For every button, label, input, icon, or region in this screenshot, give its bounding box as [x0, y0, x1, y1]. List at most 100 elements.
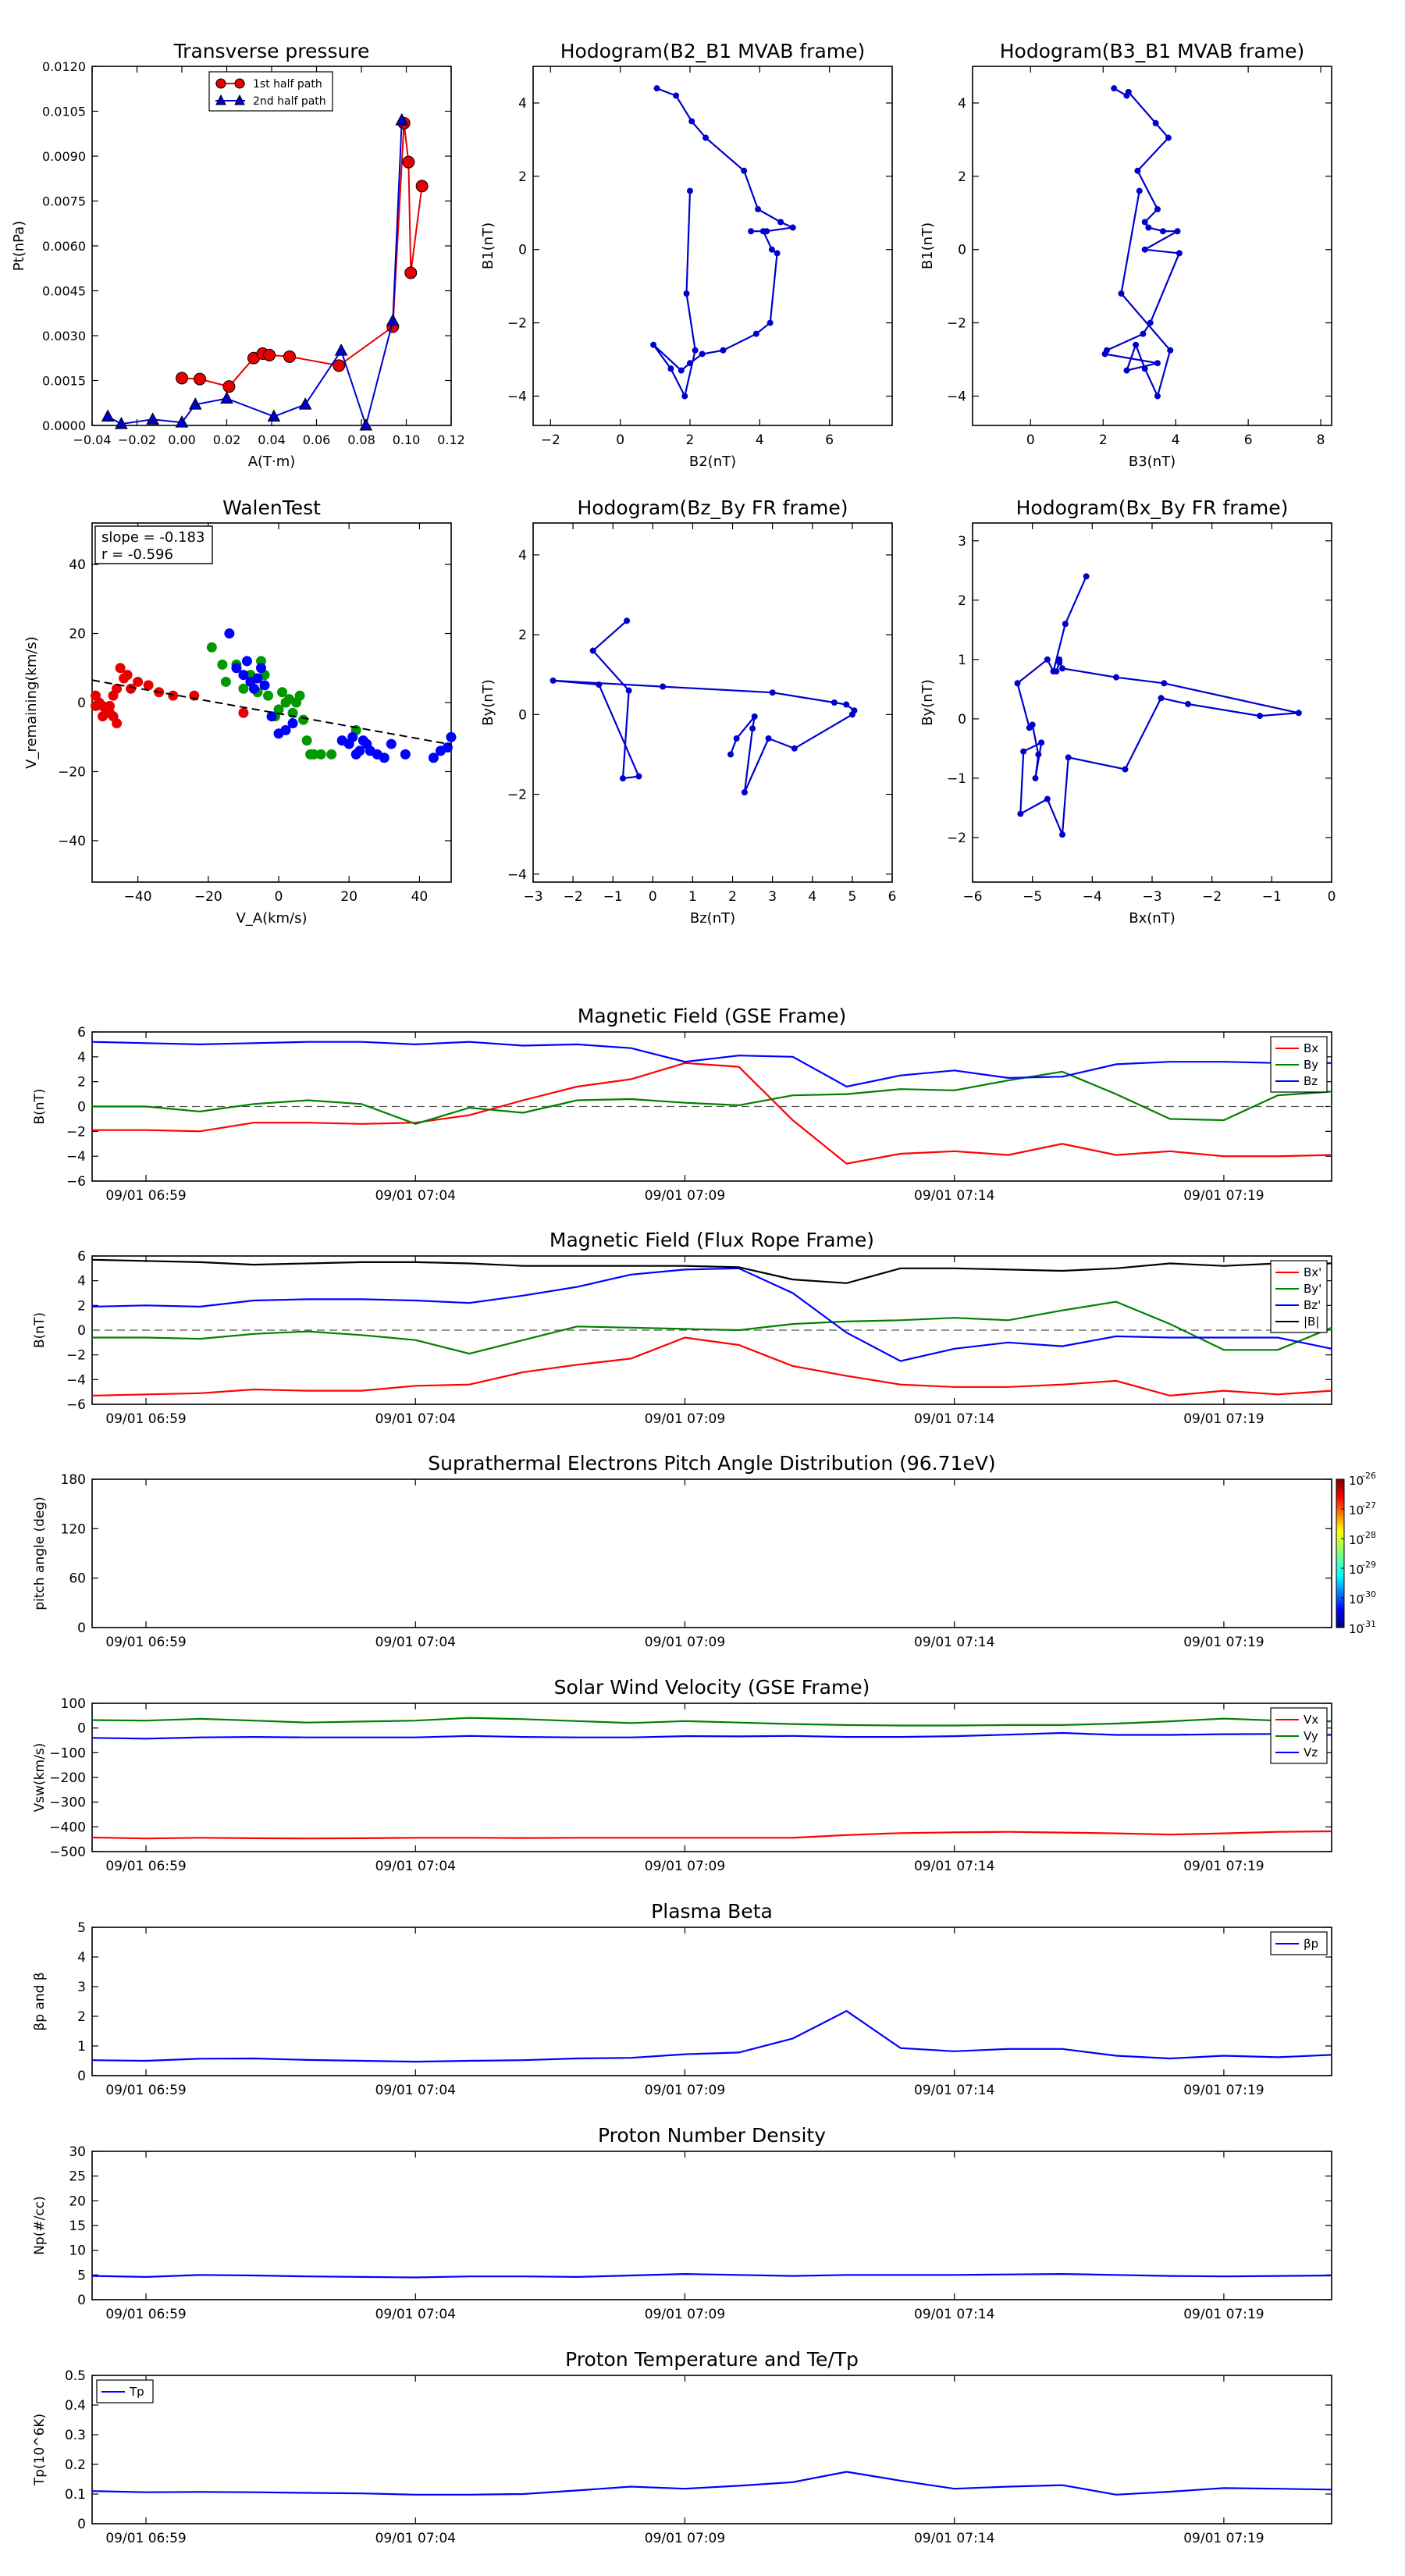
y-tick-label: 0.0045 [42, 284, 86, 299]
y-tick-label: 0 [77, 1100, 86, 1115]
walen-point [248, 683, 259, 694]
y-tick-label: 20 [69, 627, 86, 642]
series-line-Vy [91, 1717, 1332, 1727]
y-axis-label: Pt(nPa) [11, 221, 27, 271]
data-point [1083, 573, 1090, 580]
y-axis-label: B1(nT) [480, 222, 496, 269]
data-point [1133, 341, 1140, 348]
time-tick-label: 09/01 07:04 [375, 1635, 456, 1650]
y-tick-label: 0 [518, 243, 527, 258]
data-point [1141, 365, 1148, 372]
data-point [176, 372, 188, 385]
y-axis-label: Np(#/cc) [32, 2196, 48, 2254]
time-tick-label: 09/01 07:09 [645, 1635, 725, 1650]
time-tick-label: 09/01 07:04 [375, 2531, 456, 2546]
y-tick-label: 0.0105 [42, 105, 86, 119]
series-line-Bx' [91, 1336, 1332, 1397]
y-tick-label: 0.0060 [42, 239, 86, 254]
legend-label: |B| [1304, 1315, 1319, 1329]
chart-title: Hodogram(Bx_By FR frame) [1016, 496, 1289, 519]
x-tick-label: 0 [616, 432, 624, 448]
legend-label: By [1304, 1058, 1318, 1072]
chart-title: Solar Wind Velocity (GSE Frame) [554, 1676, 870, 1699]
data-point [1154, 360, 1161, 367]
timeseries-frame [91, 1703, 1332, 1852]
data-point [1161, 680, 1168, 687]
data-point [1101, 350, 1108, 358]
x-axis-label: B3(nT) [1129, 454, 1176, 470]
y-tick-label: −4 [66, 1372, 86, 1388]
y-tick-label: 10 [69, 2243, 86, 2259]
colorbar-label-exponent: -30 [1362, 1589, 1376, 1599]
x-tick-label: 6 [1244, 432, 1253, 448]
time-tick-label: 09/01 07:19 [1183, 2307, 1264, 2322]
legend-label: Vz [1304, 1745, 1318, 1759]
data-point [415, 180, 429, 193]
data-point [1017, 810, 1024, 817]
y-axis-label: By(nT) [480, 679, 496, 725]
y-tick-label: 4 [77, 1050, 86, 1066]
data-point [1176, 250, 1183, 257]
data-point [1111, 85, 1118, 92]
y-tick-label: −2 [66, 1348, 86, 1364]
y-tick-label: 2 [77, 2009, 86, 2025]
data-point [688, 118, 695, 125]
x-tick-label: −3 [1142, 889, 1161, 905]
data-point [650, 341, 657, 348]
time-tick-label: 09/01 06:59 [105, 1635, 186, 1650]
chart-title: Hodogram(B3_B1 MVAB frame) [1000, 40, 1305, 62]
time-tick-label: 09/01 07:09 [645, 1188, 725, 1204]
y-tick-label: 4 [77, 1950, 86, 1966]
data-point [1056, 659, 1063, 666]
data-point [1038, 739, 1045, 746]
time-tick-label: 09/01 07:09 [645, 2531, 725, 2546]
data-point [1014, 680, 1021, 687]
legend-label: 1st half path [253, 78, 322, 91]
x-tick-label: −1 [1262, 889, 1282, 905]
walen-point [326, 749, 337, 760]
y-tick-label: 0.0015 [42, 374, 86, 389]
y-tick-label: 0 [77, 1721, 86, 1737]
walen-point [206, 642, 217, 653]
slope-annotation: slope = -0.183 [101, 529, 205, 546]
walen-point [446, 731, 457, 742]
y-tick-label: −20 [58, 764, 86, 780]
walen-frame [91, 522, 452, 883]
data-point [1044, 795, 1051, 802]
y-tick-label: 0.3 [65, 2428, 86, 2443]
x-tick-label: 0.10 [393, 432, 421, 447]
time-tick-label: 09/01 07:14 [914, 2531, 994, 2546]
data-point [774, 250, 781, 257]
time-tick-label: 09/01 07:04 [375, 1411, 456, 1427]
x-tick-label: 2 [686, 432, 695, 448]
walen-point [217, 659, 228, 670]
data-point [789, 224, 796, 231]
time-tick-label: 09/01 06:59 [105, 1859, 186, 1874]
legend-label: By' [1304, 1282, 1321, 1296]
data-point [386, 313, 400, 326]
y-tick-label: 180 [61, 1472, 86, 1488]
data-point [625, 687, 632, 694]
x-tick-label: 0.04 [258, 432, 286, 447]
y-axis-label: Tp(10^6K) [32, 2414, 48, 2486]
y-tick-label: 20 [69, 2194, 86, 2209]
x-tick-label: 2 [1099, 432, 1108, 448]
y-tick-label: 3 [77, 1980, 86, 1995]
series-line-Tp [91, 2471, 1332, 2496]
time-tick-label: 09/01 07:19 [1183, 2531, 1264, 2546]
time-tick-label: 09/01 06:59 [105, 2531, 186, 2546]
data-point [1154, 393, 1161, 400]
data-point [720, 347, 727, 354]
data-point [1295, 710, 1302, 717]
chart-title: Plasma Beta [651, 1900, 773, 1923]
data-point [263, 348, 276, 361]
y-tick-label: 0 [77, 696, 86, 711]
x-tick-label: 0.00 [168, 432, 196, 447]
walen-point [255, 663, 266, 674]
y-tick-label: 5 [77, 1920, 86, 1936]
y-tick-label: 1 [77, 2039, 86, 2055]
y-tick-label: 30 [69, 2144, 86, 2160]
data-point [755, 206, 762, 213]
y-axis-label: B1(nT) [919, 222, 936, 269]
x-axis-label: Bz(nT) [690, 910, 735, 927]
